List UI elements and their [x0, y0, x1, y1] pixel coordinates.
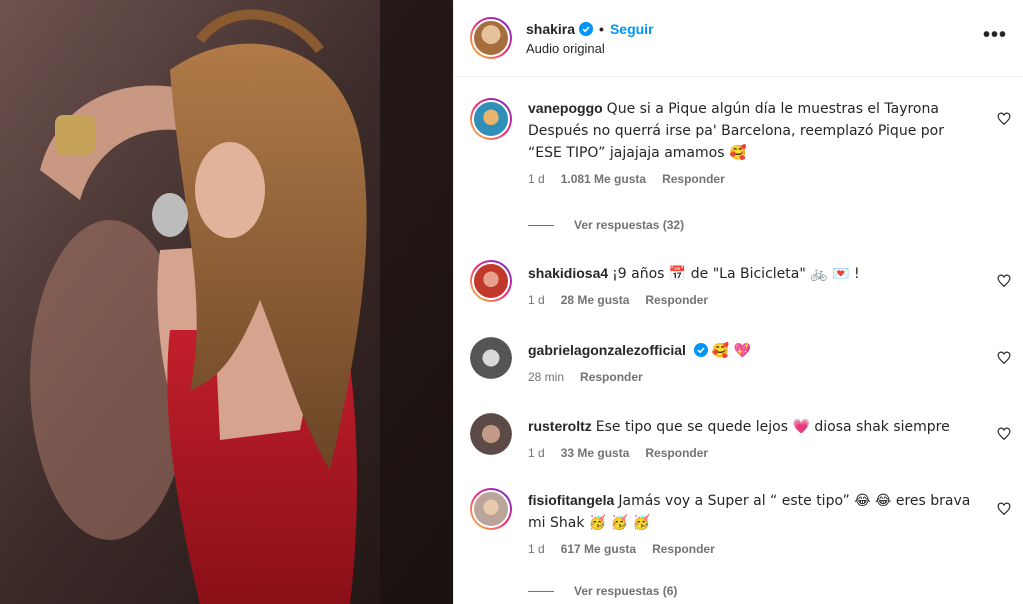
comment-likes[interactable]: 28 Me gusta [561, 293, 630, 307]
comment-item: shakidiosa4 ¡9 años 📅 de "La Bicicleta" 🚲… [470, 260, 1011, 307]
comment-item: fisiofitangela Jamás voy a Super al “ est… [470, 488, 1011, 556]
author-avatar[interactable] [470, 17, 512, 59]
commenter-avatar[interactable] [470, 260, 512, 302]
reply-button[interactable]: Responder [645, 293, 708, 307]
commenter-avatar[interactable] [470, 413, 512, 455]
comment-meta: 28 min Responder [528, 370, 1011, 384]
view-replies-label[interactable]: Ver respuestas (6) [574, 584, 677, 598]
comment-time[interactable]: 1 d [528, 446, 545, 460]
comment-content: ¡9 años 📅 de "La Bicicleta" 🚲 💌 ! [612, 266, 860, 282]
commenter-avatar[interactable] [470, 98, 512, 140]
like-heart-icon[interactable] [997, 427, 1011, 441]
comment-meta: 1 d 28 Me gusta Responder [528, 293, 1011, 307]
comment-likes[interactable]: 33 Me gusta [561, 446, 630, 460]
verified-badge-icon [579, 21, 594, 36]
like-heart-icon[interactable] [997, 112, 1011, 126]
reply-button[interactable]: Responder [645, 446, 708, 460]
comment-time[interactable]: 28 min [528, 370, 564, 384]
replies-divider [528, 590, 554, 592]
comment-username[interactable]: gabrielagonzalezofficial [528, 342, 686, 358]
comment-text: shakidiosa4 ¡9 años 📅 de "La Bicicleta" 🚲… [528, 260, 975, 285]
verified-badge-icon [693, 343, 708, 357]
view-replies-label[interactable]: Ver respuestas (32) [574, 218, 684, 232]
comment-username[interactable]: fisiofitangela [528, 492, 614, 508]
comment-text: vanepoggo Que si a Pique algún día le mue… [528, 98, 975, 164]
comment-meta: 1 d 33 Me gusta Responder [528, 446, 1011, 460]
comment-username[interactable]: vanepoggo [528, 100, 603, 116]
commenter-avatar[interactable] [470, 337, 512, 379]
performer-image [0, 0, 453, 604]
comment-time[interactable]: 1 d [528, 172, 545, 186]
separator-dot: • [599, 20, 604, 37]
comment-text: rusteroltz Ese tipo que se quede lejos 💗 … [528, 413, 975, 438]
like-heart-icon[interactable] [997, 502, 1011, 516]
comment-username[interactable]: rusteroltz [528, 418, 592, 434]
comment-likes[interactable]: 1.081 Me gusta [561, 172, 646, 186]
audio-label[interactable]: Audio original [526, 41, 654, 56]
commenter-avatar[interactable] [470, 488, 512, 530]
more-options-icon[interactable]: ••• [983, 25, 1007, 45]
comment-item: vanepoggo Que si a Pique algún día le mue… [470, 98, 1011, 186]
comment-item: rusteroltz Ese tipo que se quede lejos 💗 … [470, 413, 1011, 460]
comment-content: Ese tipo que se quede lejos 💗 diosa shak… [595, 419, 950, 435]
like-heart-icon[interactable] [997, 274, 1011, 288]
comment-item: gabrielagonzalezofficial 🥰 💖 28 min Resp… [470, 337, 1011, 384]
replies-divider [528, 224, 554, 226]
follow-button[interactable]: Seguir [610, 21, 654, 37]
comment-time[interactable]: 1 d [528, 293, 545, 307]
author-username[interactable]: shakira [526, 21, 575, 37]
comments-panel: shakira • Seguir Audio original ••• vane… [453, 0, 1023, 604]
comment-text: fisiofitangela Jamás voy a Super al “ est… [528, 488, 975, 534]
view-replies-button[interactable]: Ver respuestas (6) [528, 584, 677, 598]
comment-likes[interactable]: 617 Me gusta [561, 542, 636, 556]
reply-button[interactable]: Responder [580, 370, 643, 384]
reply-button[interactable]: Responder [652, 542, 715, 556]
comment-time[interactable]: 1 d [528, 542, 545, 556]
comment-meta: 1 d 1.081 Me gusta Responder [528, 172, 1011, 186]
video-frame[interactable] [0, 0, 453, 604]
comment-content: 🥰 💖 [711, 343, 752, 359]
comment-text: gabrielagonzalezofficial 🥰 💖 [528, 337, 975, 362]
post-header: shakira • Seguir Audio original ••• [454, 0, 1023, 77]
view-replies-button[interactable]: Ver respuestas (32) [528, 218, 684, 232]
comment-list: vanepoggo Que si a Pique algún día le mue… [454, 78, 1023, 604]
reply-button[interactable]: Responder [662, 172, 725, 186]
comment-meta: 1 d 617 Me gusta Responder [528, 542, 1011, 556]
like-heart-icon[interactable] [997, 351, 1011, 365]
comment-username[interactable]: shakidiosa4 [528, 265, 608, 281]
